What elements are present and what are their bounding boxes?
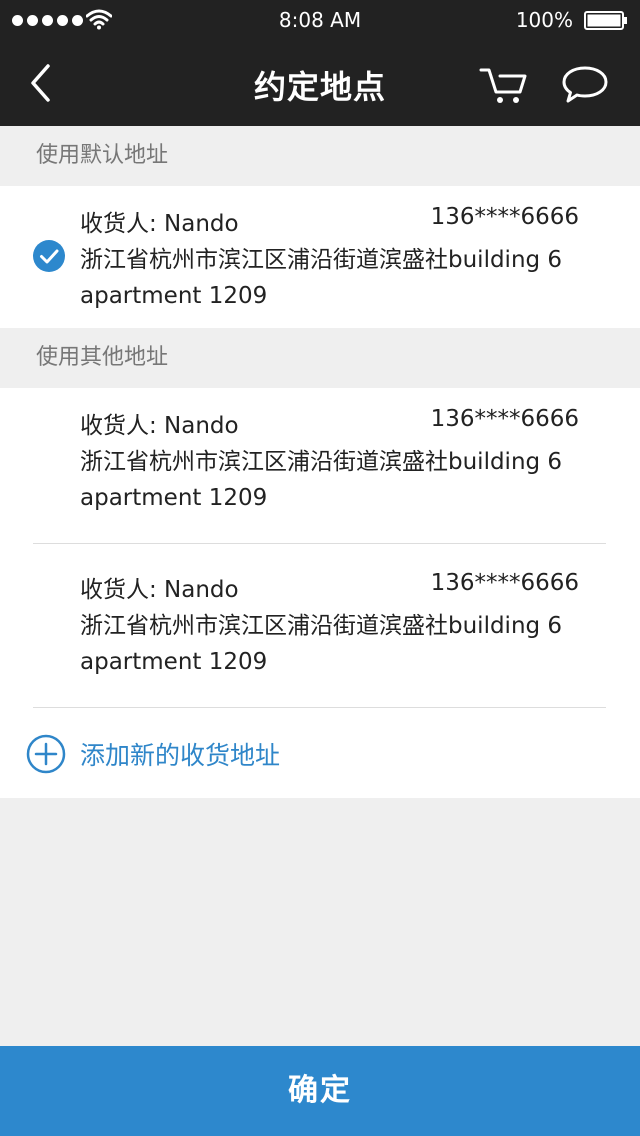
recipient-phone: 136****6666 bbox=[430, 570, 579, 596]
add-address-label: 添加新的收货地址 bbox=[80, 741, 281, 770]
divider bbox=[33, 543, 606, 544]
address-item[interactable]: 收货人: Nando 136****6666 浙江省杭州市滨江区浦沿街道滨盛社b… bbox=[0, 552, 640, 692]
plus-circle-icon[interactable] bbox=[26, 734, 66, 774]
chat-icon[interactable] bbox=[560, 62, 610, 108]
address-text: 浙江省杭州市滨江区浦沿街道滨盛社building 6 apartment 120… bbox=[80, 613, 563, 675]
recipient-name: 收货人: Nando bbox=[80, 211, 239, 237]
recipient-phone: 136****6666 bbox=[430, 204, 579, 230]
address-item[interactable]: 收货人: Nando 136****6666 浙江省杭州市滨江区浦沿街道滨盛社b… bbox=[0, 388, 640, 528]
default-address-header: 使用默认地址 bbox=[0, 126, 640, 186]
page-title: 约定地点 bbox=[253, 68, 386, 106]
recipient-phone: 136****6666 bbox=[430, 406, 579, 432]
other-address-header: 使用其他地址 bbox=[0, 328, 640, 388]
battery-icon bbox=[584, 11, 627, 30]
battery-percentage: 100% bbox=[515, 8, 573, 32]
status-bar: 8:08 AM 100% bbox=[0, 0, 640, 40]
default-address-block: 收货人: Nando 136****6666 浙江省杭州市滨江区浦沿街道滨盛社b… bbox=[0, 186, 640, 328]
address-text: 浙江省杭州市滨江区浦沿街道滨盛社building 6 apartment 120… bbox=[80, 247, 563, 309]
add-address-button[interactable]: 添加新的收货地址 bbox=[0, 708, 640, 798]
check-circle-icon[interactable] bbox=[33, 240, 65, 272]
recipient-name: 收货人: Nando bbox=[80, 577, 239, 603]
default-address-item[interactable]: 收货人: Nando 136****6666 浙江省杭州市滨江区浦沿街道滨盛社b… bbox=[0, 186, 640, 326]
recipient-name: 收货人: Nando bbox=[80, 413, 239, 439]
confirm-button[interactable]: 确定 bbox=[0, 1046, 640, 1136]
address-text: 浙江省杭州市滨江区浦沿街道滨盛社building 6 apartment 120… bbox=[80, 449, 563, 511]
cart-icon[interactable] bbox=[478, 62, 530, 108]
nav-bar: 约定地点 bbox=[0, 40, 640, 126]
